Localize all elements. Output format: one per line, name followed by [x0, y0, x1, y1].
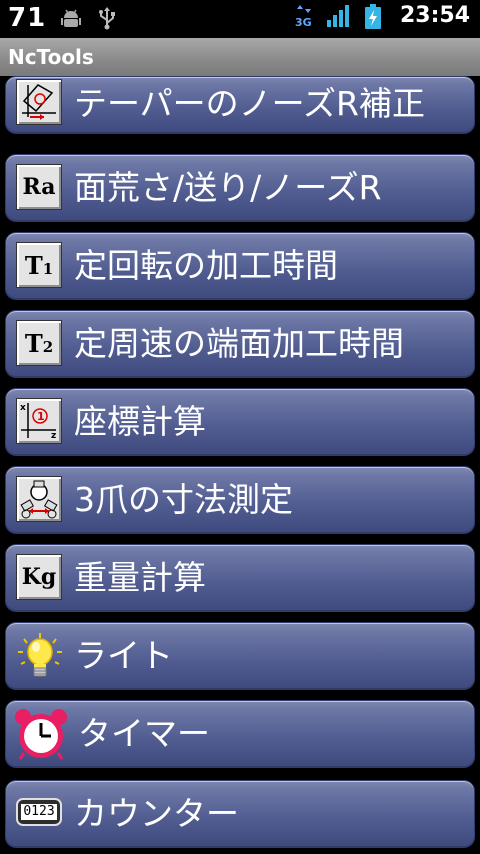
clock: 23:54	[399, 3, 470, 28]
coordinate-icon: x z 1	[16, 398, 64, 446]
menu-item-timer[interactable]: タイマー	[5, 700, 475, 768]
counter-icon: 0123	[16, 798, 64, 828]
svg-text:z: z	[51, 431, 56, 441]
menu-item-label: ライト	[74, 636, 173, 675]
svg-text:x: x	[20, 403, 26, 413]
status-bar: 71 3G 23:54	[0, 0, 480, 38]
battery-level-text: 71	[8, 3, 47, 33]
taper-nose-r-icon	[16, 79, 64, 127]
ra-icon: Ra	[16, 164, 64, 212]
t2-icon: T2	[16, 320, 64, 368]
android-debug-icon	[60, 6, 82, 30]
menu-item-label: テーパーのノーズR補正	[74, 84, 425, 123]
menu-item-weight-calc[interactable]: Kg 重量計算	[5, 544, 475, 612]
menu-item-label: 3爪の寸法測定	[74, 480, 293, 519]
menu-item-constant-rpm-time[interactable]: T1 定回転の加工時間	[5, 232, 475, 300]
menu-item-label: タイマー	[78, 714, 210, 753]
battery-charging-icon	[364, 3, 382, 29]
kg-icon: Kg	[16, 554, 64, 602]
lightbulb-icon	[16, 632, 64, 680]
menu-item-surface-roughness[interactable]: Ra 面荒さ/送り/ノーズR	[5, 154, 475, 222]
menu-item-coordinate-calc[interactable]: x z 1 座標計算	[5, 388, 475, 456]
three-jaw-icon	[16, 476, 64, 524]
signal-icon	[326, 4, 352, 28]
alarm-clock-icon	[14, 707, 68, 760]
menu-item-label: 定回転の加工時間	[74, 246, 338, 285]
3g-data-icon: 3G	[294, 4, 314, 29]
svg-text:1: 1	[37, 410, 45, 423]
usb-icon	[96, 6, 118, 30]
menu-item-taper-nose-r[interactable]: テーパーのノーズR補正	[5, 76, 475, 134]
svg-text:3G: 3G	[295, 16, 312, 29]
app-title-bar: NcTools	[0, 38, 480, 76]
menu-item-label: 座標計算	[74, 402, 206, 441]
menu-item-label: 面荒さ/送り/ノーズR	[74, 168, 382, 207]
menu-item-label: 重量計算	[74, 558, 206, 597]
menu-item-label: 定周速の端面加工時間	[74, 324, 404, 363]
menu-item-counter[interactable]: 0123 カウンター	[5, 780, 475, 848]
menu-item-three-jaw-measure[interactable]: 3爪の寸法測定	[5, 466, 475, 534]
app-title: NcTools	[8, 45, 94, 69]
menu-item-label: カウンター	[74, 794, 239, 833]
menu-item-light[interactable]: ライト	[5, 622, 475, 690]
menu-item-constant-surface-speed-time[interactable]: T2 定周速の端面加工時間	[5, 310, 475, 378]
t1-icon: T1	[16, 242, 64, 290]
menu-list[interactable]: テーパーのノーズR補正 Ra 面荒さ/送り/ノーズR T1 定回転の加工時間 T…	[0, 76, 480, 854]
